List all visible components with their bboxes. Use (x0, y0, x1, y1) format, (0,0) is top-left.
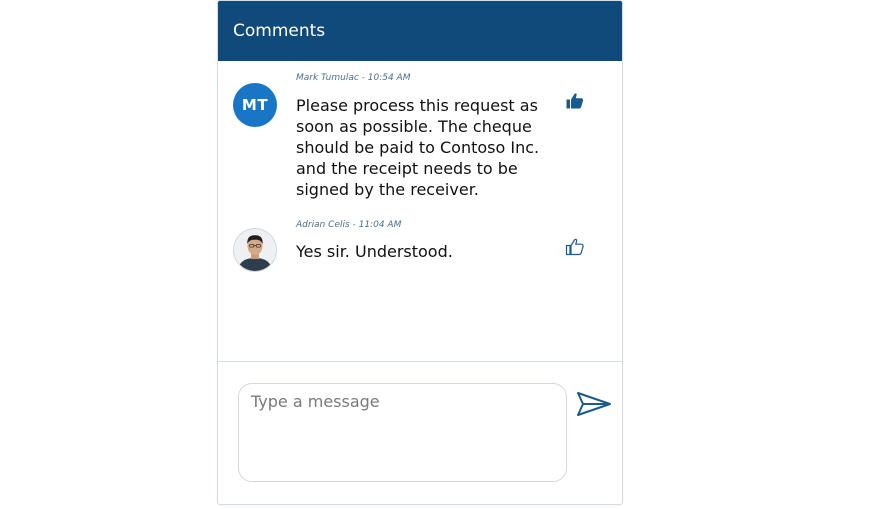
comments-panel: Comments MT Mark Tumulac - 10:54 AM Plea… (217, 0, 623, 505)
panel-title: Comments (233, 21, 326, 41)
comment-meta: Adrian Celis - 11:04 AM (296, 220, 402, 230)
panel-header: Comments (218, 1, 622, 61)
comment-text: Yes sir. Understood. (296, 242, 453, 261)
comment-text: Please process this request as soon as p… (296, 96, 540, 199)
avatar: MT (233, 83, 277, 127)
comment-list: MT Mark Tumulac - 10:54 AM Please proces… (218, 61, 622, 361)
message-input[interactable] (238, 383, 567, 482)
avatar (233, 228, 277, 272)
avatar-initials: MT (241, 96, 269, 114)
comment-meta: Mark Tumulac - 10:54 AM (296, 73, 411, 83)
thumbs-up-filled-icon[interactable] (565, 91, 585, 111)
composer-divider (218, 361, 622, 362)
thumbs-up-outline-icon[interactable] (565, 237, 585, 257)
send-icon[interactable] (576, 390, 612, 418)
